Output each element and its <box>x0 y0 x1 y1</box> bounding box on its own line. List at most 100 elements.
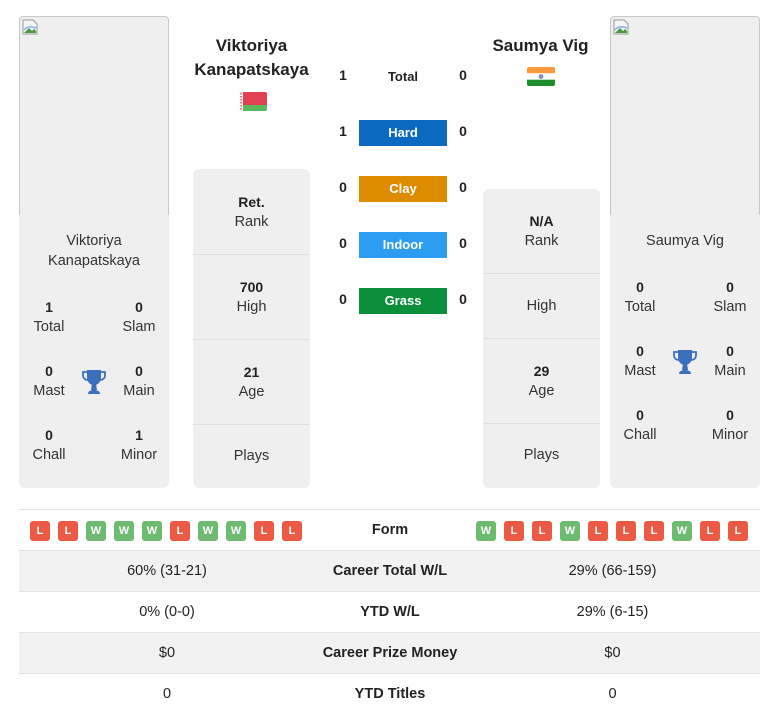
india-flag-icon <box>527 67 555 86</box>
form-row: LLWWWLWWLL Form WLLWLLLWLL <box>19 509 760 550</box>
titles-total-value: 1 <box>45 299 53 315</box>
stat-plays: Plays <box>193 424 310 488</box>
titles-minor-label: Minor <box>120 447 158 463</box>
h2h-right-count: 0 <box>459 291 467 307</box>
stat-high-value: 700 <box>239 279 264 295</box>
stat-plays: Plays <box>483 423 600 488</box>
stats-panel-right: N/A Rank High 29 Age Plays <box>483 189 600 488</box>
player-photo-right <box>610 16 760 216</box>
titles-main-value: 0 <box>726 343 734 359</box>
form-badge-loss: L <box>254 521 274 541</box>
h2h-left-count: 0 <box>339 179 347 195</box>
surface-indoor-button[interactable]: Indoor <box>359 232 447 258</box>
form-badge-win: W <box>672 521 692 541</box>
row-left-value: 0% (0-0) <box>139 604 195 620</box>
belarus-flag-icon <box>239 92 267 111</box>
row-right-value: $0 <box>604 645 621 661</box>
player-name-card-right: Saumya Vig <box>646 233 724 249</box>
titles-mast-value: 0 <box>636 343 644 359</box>
form-badge-loss: L <box>504 521 524 541</box>
titles-slam: 0 Slam <box>109 297 169 337</box>
h2h-left-count: 0 <box>339 235 347 251</box>
titles-mast-value: 0 <box>45 363 53 379</box>
row-label: Career Total W/L <box>332 563 448 579</box>
form-badge-win: W <box>560 521 580 541</box>
name-line-1: Viktoriya <box>215 36 288 55</box>
stat-plays-label: Plays <box>523 447 560 463</box>
titles-slam-label: Slam <box>122 319 156 335</box>
form-badge-win: W <box>142 521 162 541</box>
titles-minor: 1 Minor <box>109 425 169 465</box>
player-name-card-left: Viktoriya Kanapatskaya <box>19 231 169 271</box>
titles-chall: 0 Chall <box>610 405 670 445</box>
form-label: Form <box>371 522 409 538</box>
table-row: $0 Career Prize Money $0 <box>19 632 760 673</box>
form-badge-win: W <box>226 521 246 541</box>
h2h-hard-row: 1 Hard 0 <box>330 120 475 146</box>
titles-chall-value: 0 <box>636 407 644 423</box>
row-left-value: 0 <box>162 686 172 702</box>
form-badge-loss: L <box>588 521 608 541</box>
titles-slam: 0 Slam <box>700 277 760 317</box>
stat-age-label: Age <box>238 384 265 400</box>
stat-age-label: Age <box>528 383 555 399</box>
table-row: 0% (0-0) YTD W/L 29% (6-15) <box>19 591 760 632</box>
titles-minor-value: 0 <box>726 407 734 423</box>
form-badges-left: LLWWWLWWLL <box>30 521 302 541</box>
titles-mast: 0 Mast <box>610 341 670 381</box>
trophy-icon <box>673 350 697 374</box>
player-photo-left <box>19 16 169 216</box>
titles-chall-value: 0 <box>45 427 53 443</box>
trophy-icon <box>82 370 106 394</box>
h2h-right-count: 0 <box>459 67 467 83</box>
titles-card-right: Saumya Vig 0 Total 0 Slam 0 Mast 0 Main 0 Cha… <box>610 215 760 488</box>
stat-age-value: 21 <box>243 364 260 380</box>
form-badge-win: W <box>198 521 218 541</box>
titles-main: 0 Main <box>700 341 760 381</box>
stat-rank-label: Rank <box>524 233 559 249</box>
form-badge-win: W <box>476 521 496 541</box>
titles-main-value: 0 <box>135 363 143 379</box>
surface-clay-button[interactable]: Clay <box>359 176 447 202</box>
name-line-2: Kanapatskaya <box>48 253 140 269</box>
comparison-table: LLWWWLWWLL Form WLLWLLLWLL 60% (31-21) C… <box>19 509 760 714</box>
broken-image-icon <box>22 19 38 35</box>
titles-slam-value: 0 <box>135 299 143 315</box>
h2h-indoor-row: 0 Indoor 0 <box>330 232 475 258</box>
titles-mast: 0 Mast <box>19 361 79 401</box>
form-badge-loss: L <box>728 521 748 541</box>
stat-age: 29 Age <box>483 338 600 423</box>
titles-main-label: Main <box>123 383 155 399</box>
h2h-clay-row: 0 Clay 0 <box>330 176 475 202</box>
titles-total-label: Total <box>33 319 65 335</box>
stat-rank-value: N/A <box>529 213 554 229</box>
titles-total-value: 0 <box>636 279 644 295</box>
surface-hard-button[interactable]: Hard <box>359 120 447 146</box>
form-badge-loss: L <box>532 521 552 541</box>
h2h-right-count: 0 <box>459 179 467 195</box>
h2h-right-count: 0 <box>459 235 467 251</box>
stat-rank-value: Ret. <box>238 194 265 210</box>
titles-slam-label: Slam <box>713 299 747 315</box>
row-right-value: 29% (66-159) <box>568 563 657 579</box>
titles-total-label: Total <box>624 299 656 315</box>
surface-grass-button[interactable]: Grass <box>359 288 447 314</box>
player-name-right[interactable]: Saumya Vig <box>478 34 603 58</box>
h2h-left-count: 1 <box>339 67 347 83</box>
titles-chall: 0 Chall <box>19 425 79 465</box>
form-badge-loss: L <box>616 521 636 541</box>
h2h-total-label: Total <box>387 69 419 84</box>
form-badges-right: WLLWLLLWLL <box>476 521 748 541</box>
titles-chall-label: Chall <box>32 447 66 463</box>
titles-mast-label: Mast <box>624 363 656 379</box>
player-name-left[interactable]: Viktoriya Kanapatskaya <box>180 34 323 82</box>
row-right-value: 29% (6-15) <box>576 604 649 620</box>
row-label: Career Prize Money <box>322 645 458 661</box>
stat-high: 700 High <box>193 254 310 339</box>
stat-rank: N/A Rank <box>483 189 600 273</box>
titles-slam-value: 0 <box>726 279 734 295</box>
stat-age-value: 29 <box>533 363 550 379</box>
stat-rank-label: Rank <box>234 214 269 230</box>
row-label: YTD Titles <box>354 686 426 702</box>
form-badge-win: W <box>86 521 106 541</box>
